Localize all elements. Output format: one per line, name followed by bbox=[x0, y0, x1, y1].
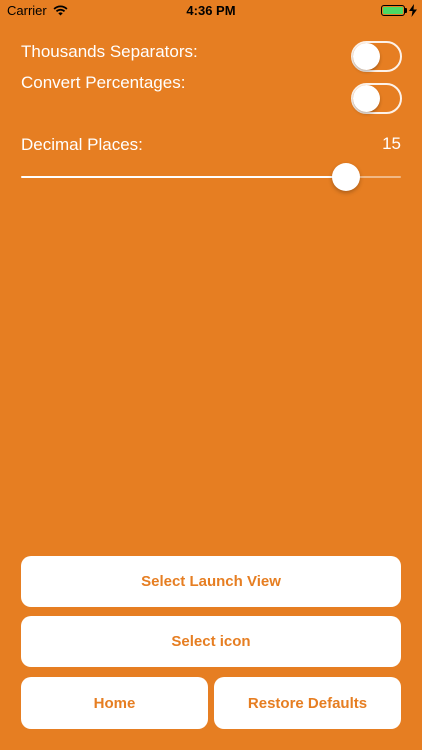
restore-defaults-button[interactable]: Restore Defaults bbox=[214, 677, 401, 729]
status-bar: Carrier 4:36 PM bbox=[0, 0, 422, 22]
toggle-knob bbox=[353, 85, 380, 112]
toggle-knob bbox=[353, 43, 380, 70]
convert-percentages-toggle[interactable] bbox=[351, 83, 402, 114]
battery-icon bbox=[381, 5, 405, 16]
status-time: 4:36 PM bbox=[186, 3, 236, 18]
convert-percentages-label: Convert Percentages: bbox=[21, 73, 186, 92]
thousands-separators-toggle[interactable] bbox=[351, 41, 402, 72]
battery-level bbox=[383, 7, 403, 14]
decimal-places-value: 15 bbox=[382, 134, 401, 153]
decimal-places-slider-thumb[interactable] bbox=[331, 163, 360, 191]
battery-nub bbox=[405, 8, 407, 13]
charging-bolt-icon bbox=[409, 4, 417, 17]
thousands-separators-label: Thousands Separators: bbox=[21, 42, 198, 61]
decimal-places-slider-track-filled[interactable] bbox=[21, 176, 346, 178]
home-button[interactable]: Home bbox=[21, 677, 208, 729]
decimal-places-label: Decimal Places: bbox=[21, 135, 143, 154]
select-icon-button[interactable]: Select icon bbox=[21, 616, 401, 667]
select-launch-view-button[interactable]: Select Launch View bbox=[21, 556, 401, 607]
